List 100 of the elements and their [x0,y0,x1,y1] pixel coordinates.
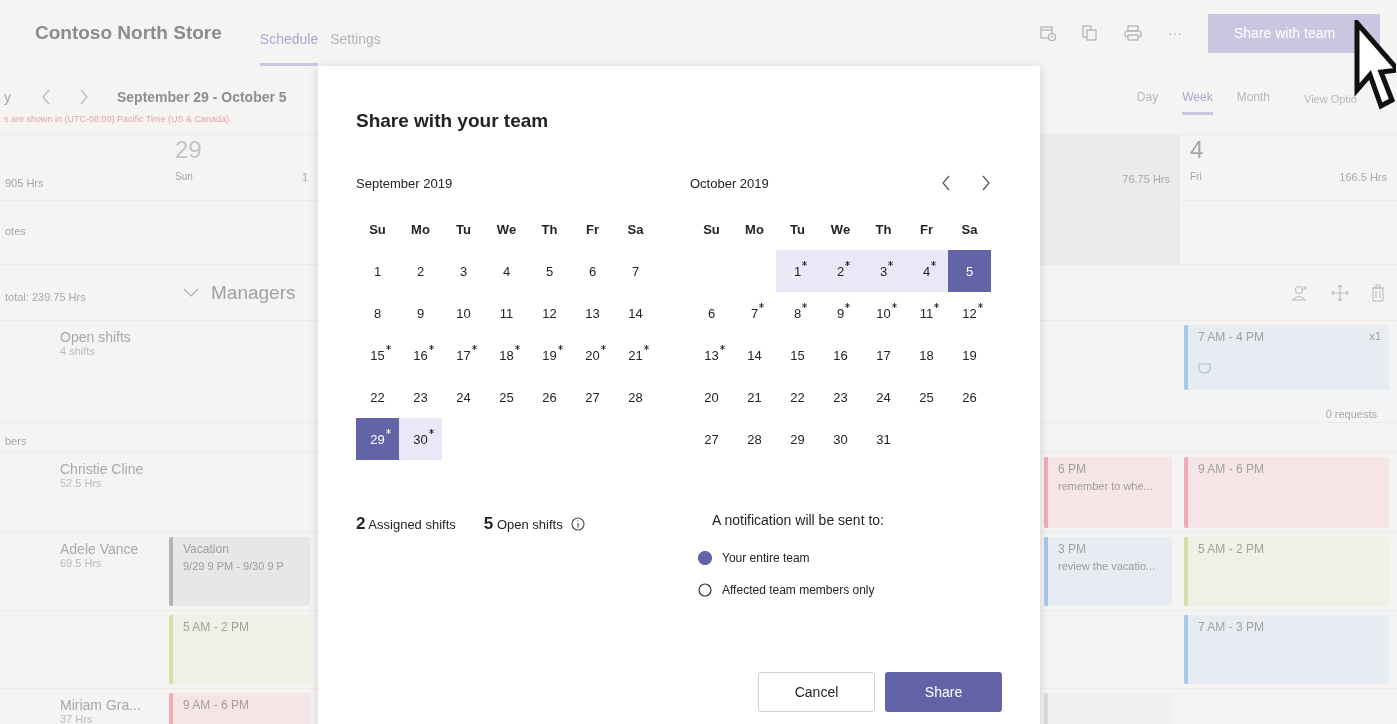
printer-icon[interactable] [1124,25,1142,41]
calendar-day[interactable]: 11 [485,292,528,334]
calendar-icon[interactable] [1040,25,1056,41]
calendar-day[interactable]: 30 [399,418,442,460]
calendar-day[interactable]: 17 [862,334,905,376]
calendar-day[interactable]: 21 [733,376,776,418]
shift-note: remember to whe... [1058,480,1153,492]
calendar-day[interactable]: 21 [614,334,657,376]
calendar-day[interactable]: 1 [356,250,399,292]
calendar-day[interactable]: 29 [776,418,819,460]
calendar-day[interactable]: 3 [442,250,485,292]
calendar-day[interactable]: 6 [690,292,733,334]
calendar-day[interactable]: 2 [399,250,442,292]
calendar-day[interactable]: 18 [485,334,528,376]
calendar-day[interactable]: 28 [733,418,776,460]
chevron-right-icon[interactable] [981,175,991,191]
calendar-day[interactable]: 13 [690,334,733,376]
calendar-day[interactable]: 16 [819,334,862,376]
calendar-day[interactable]: 24 [442,376,485,418]
calendar-day[interactable]: 22 [356,376,399,418]
chevron-down-icon[interactable] [183,287,199,298]
row-name: Christie Cline [60,461,145,477]
move-icon[interactable] [1331,283,1349,302]
shift-time: 7 AM - 3 PM [1198,620,1265,634]
copy-icon[interactable] [1082,25,1098,41]
calendar-day[interactable]: 23 [819,376,862,418]
calendar-day[interactable]: 28 [614,376,657,418]
calendar-day[interactable]: 26 [948,376,991,418]
calendar-day[interactable]: 15 [776,334,819,376]
asterisk-icon [557,344,563,350]
calendar-day[interactable]: 27 [571,376,614,418]
add-person-icon[interactable] [1291,283,1309,302]
calendar-day[interactable]: 12 [948,292,991,334]
asterisk-icon [759,302,765,308]
cancel-button[interactable]: Cancel [758,672,875,712]
calendar-day[interactable]: 29 [356,418,399,460]
shift-time: 6 PM [1058,462,1086,476]
radio-option[interactable]: Your entire team [698,542,884,574]
asterisk-icon [385,428,391,434]
shift-note: review the vacatio... [1058,560,1156,572]
calendar-day[interactable]: 15 [356,334,399,376]
calendar-day[interactable]: 22 [776,376,819,418]
asterisk-icon [802,260,808,266]
calendar-day[interactable]: 19 [528,334,571,376]
radio-option[interactable]: Affected team members only [698,574,884,606]
info-icon[interactable] [570,517,585,531]
trash-icon[interactable] [1371,283,1385,302]
calendar-day[interactable]: 18 [905,334,948,376]
calendar-day[interactable]: 31 [862,418,905,460]
calendar-day[interactable]: 8 [776,292,819,334]
calendar-day[interactable]: 4 [905,250,948,292]
weekday-label: Tu [455,220,472,239]
row-name: Open shifts [60,329,132,345]
calendar-day[interactable]: 20 [571,334,614,376]
calendar-day[interactable]: 26 [528,376,571,418]
timezone-note: s are shown in (UTC-08:00) Pacific Time (US & Canada). [4,114,233,124]
weekday-label: Sun [175,171,193,183]
weekday-label: We [829,220,852,239]
calendar-day[interactable]: 25 [905,376,948,418]
calendar-day[interactable]: 12 [528,292,571,334]
calendar-day[interactable]: 30 [819,418,862,460]
calendar-day[interactable]: 9 [819,292,862,334]
calendar-day[interactable]: 10 [862,292,905,334]
calendar-day[interactable]: 20 [690,376,733,418]
calendar-day[interactable]: 16 [399,334,442,376]
calendar-day[interactable]: 6 [571,250,614,292]
calendar-day[interactable]: 27 [690,418,733,460]
calendar-day[interactable]: 13 [571,292,614,334]
app-title: Contoso North Store [35,22,222,44]
weekday-label: Tu [789,220,806,239]
calendar-day[interactable]: 23 [399,376,442,418]
calendar-day[interactable]: 4 [485,250,528,292]
calendar-day[interactable]: 14 [733,334,776,376]
day-hours: 166.5 Hrs [1339,171,1387,183]
calendar-day[interactable]: 10 [442,292,485,334]
weekday-label: Sa [960,220,979,239]
calendar-day[interactable]: 2 [819,250,862,292]
calendar-day[interactable]: 14 [614,292,657,334]
calendar-day[interactable]: 3 [862,250,905,292]
calendar-day[interactable]: 8 [356,292,399,334]
calendar-day[interactable]: 11 [905,292,948,334]
total-hours: 905 Hrs [5,177,44,189]
calendar-day[interactable]: 25 [485,376,528,418]
calendar-day[interactable]: 1 [776,250,819,292]
calendar-day[interactable]: 5 [948,250,991,292]
share-button[interactable]: Share [885,672,1002,712]
shift-time: 7 AM - 4 PM [1198,330,1265,344]
calendar-day[interactable]: 7 [733,292,776,334]
chevron-left-icon[interactable] [941,175,951,191]
calendar-day[interactable]: 24 [862,376,905,418]
calendar-day[interactable]: 9 [399,292,442,334]
calendar-day[interactable]: 7 [614,250,657,292]
calendar-day[interactable]: 19 [948,334,991,376]
asterisk-icon [802,302,808,308]
calendar-day[interactable]: 17 [442,334,485,376]
calendar-day[interactable]: 5 [528,250,571,292]
group-total: total: 239.75 Hrs [5,291,86,303]
shift-time: 9 AM - 6 PM [1198,462,1265,476]
dialog-title: Share with your team [356,110,550,132]
shift-time: Vacation [183,542,229,556]
